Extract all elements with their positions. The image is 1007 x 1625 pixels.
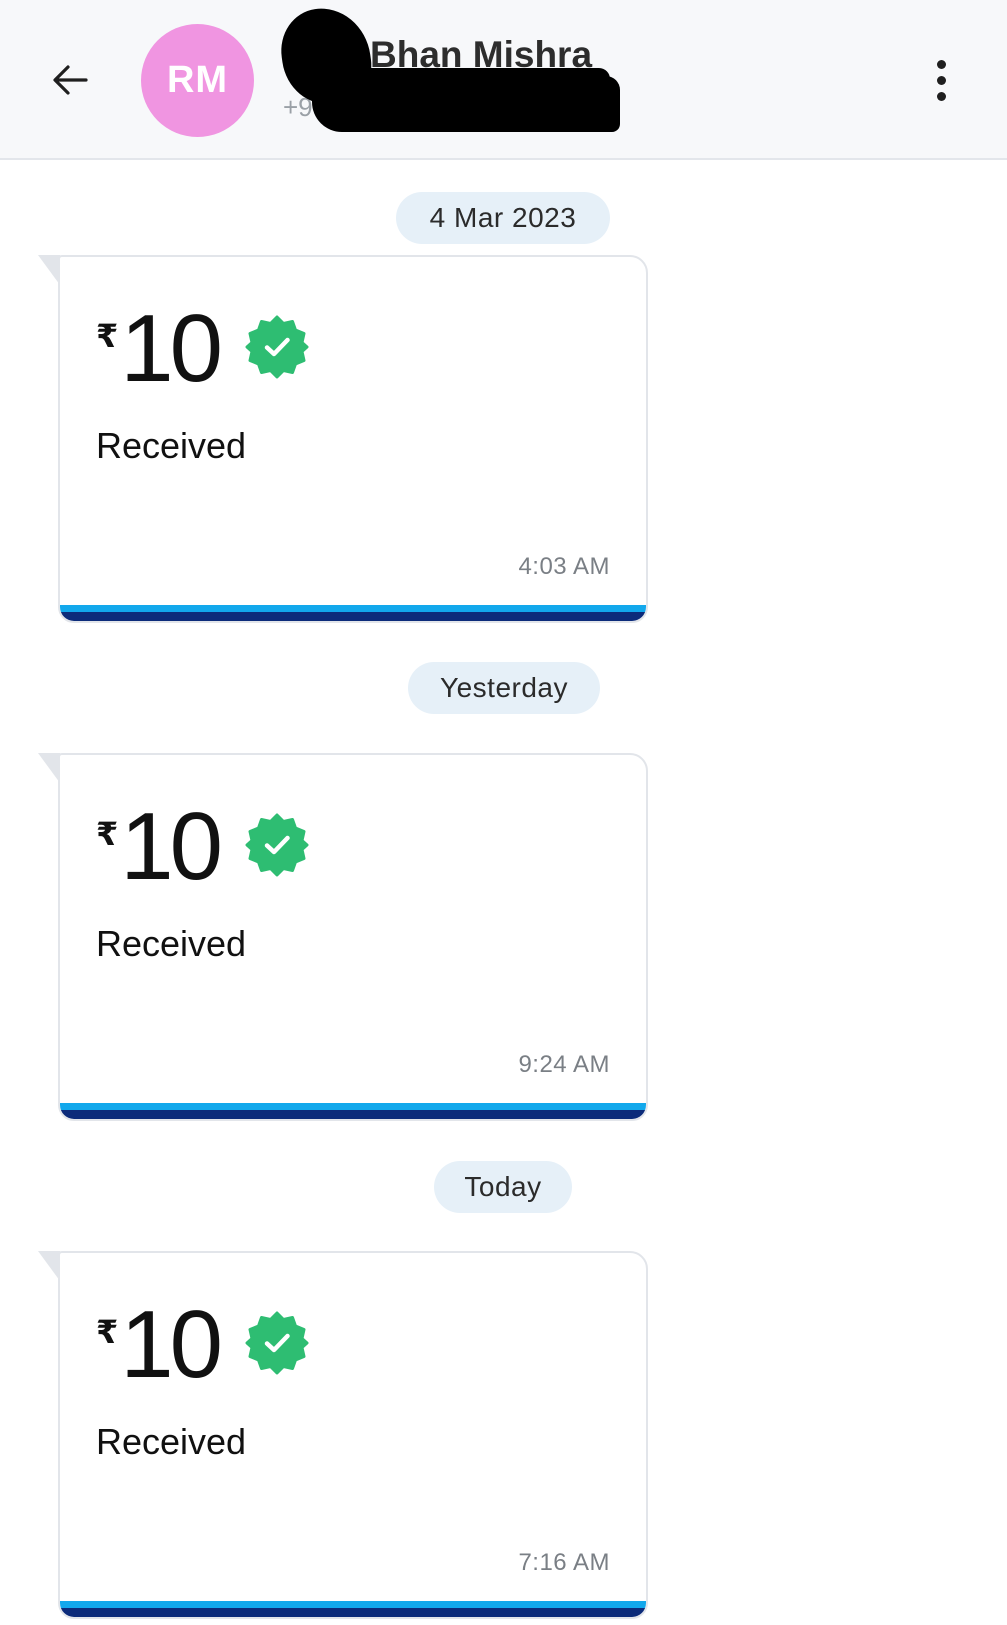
verified-check-icon — [245, 1311, 309, 1375]
date-chip: Yesterday — [408, 662, 600, 714]
payment-card[interactable]: ₹ 10 Received 7:16 AM — [38, 1251, 650, 1619]
redaction-mark — [312, 76, 620, 132]
card-accent-bar — [60, 605, 646, 621]
payment-status: Received — [96, 923, 247, 964]
date-chip: Today — [434, 1161, 572, 1213]
payment-status: Received — [96, 425, 247, 466]
amount-row: ₹ 10 — [96, 799, 309, 895]
payment-time: 4:03 AM — [518, 553, 610, 580]
date-chip: 4 Mar 2023 — [396, 192, 610, 244]
chat-screen: RM Bhan Mishra +9 4 Mar 2023 ₹ 10 Receiv… — [0, 0, 1007, 1625]
payment-card[interactable]: ₹ 10 Received 9:24 AM — [38, 753, 650, 1121]
payment-status: Received — [96, 1421, 247, 1462]
payment-card[interactable]: ₹ 10 Received 4:03 AM — [38, 255, 650, 623]
more-options-button[interactable] — [918, 52, 964, 108]
payment-time: 7:16 AM — [518, 1549, 610, 1576]
card-accent-bar — [60, 1103, 646, 1119]
chat-header: RM Bhan Mishra +9 — [0, 0, 1007, 160]
card-accent-bar — [60, 1601, 646, 1617]
payment-time: 9:24 AM — [518, 1051, 610, 1078]
arrow-left-icon — [53, 65, 88, 95]
currency-symbol: ₹ — [96, 1314, 119, 1350]
amount-row: ₹ 10 — [96, 301, 309, 397]
currency-symbol: ₹ — [96, 816, 119, 852]
more-vertical-icon — [936, 75, 946, 85]
back-button[interactable] — [42, 52, 98, 108]
avatar[interactable]: RM — [141, 24, 254, 137]
payment-amount: 10 — [120, 793, 223, 900]
verified-check-icon — [245, 813, 309, 877]
more-vertical-icon — [936, 59, 946, 69]
payment-amount: 10 — [120, 1291, 223, 1398]
more-vertical-icon — [936, 91, 946, 101]
currency-symbol: ₹ — [96, 318, 119, 354]
amount-row: ₹ 10 — [96, 1297, 309, 1393]
payment-amount: 10 — [120, 295, 223, 402]
verified-check-icon — [245, 315, 309, 379]
